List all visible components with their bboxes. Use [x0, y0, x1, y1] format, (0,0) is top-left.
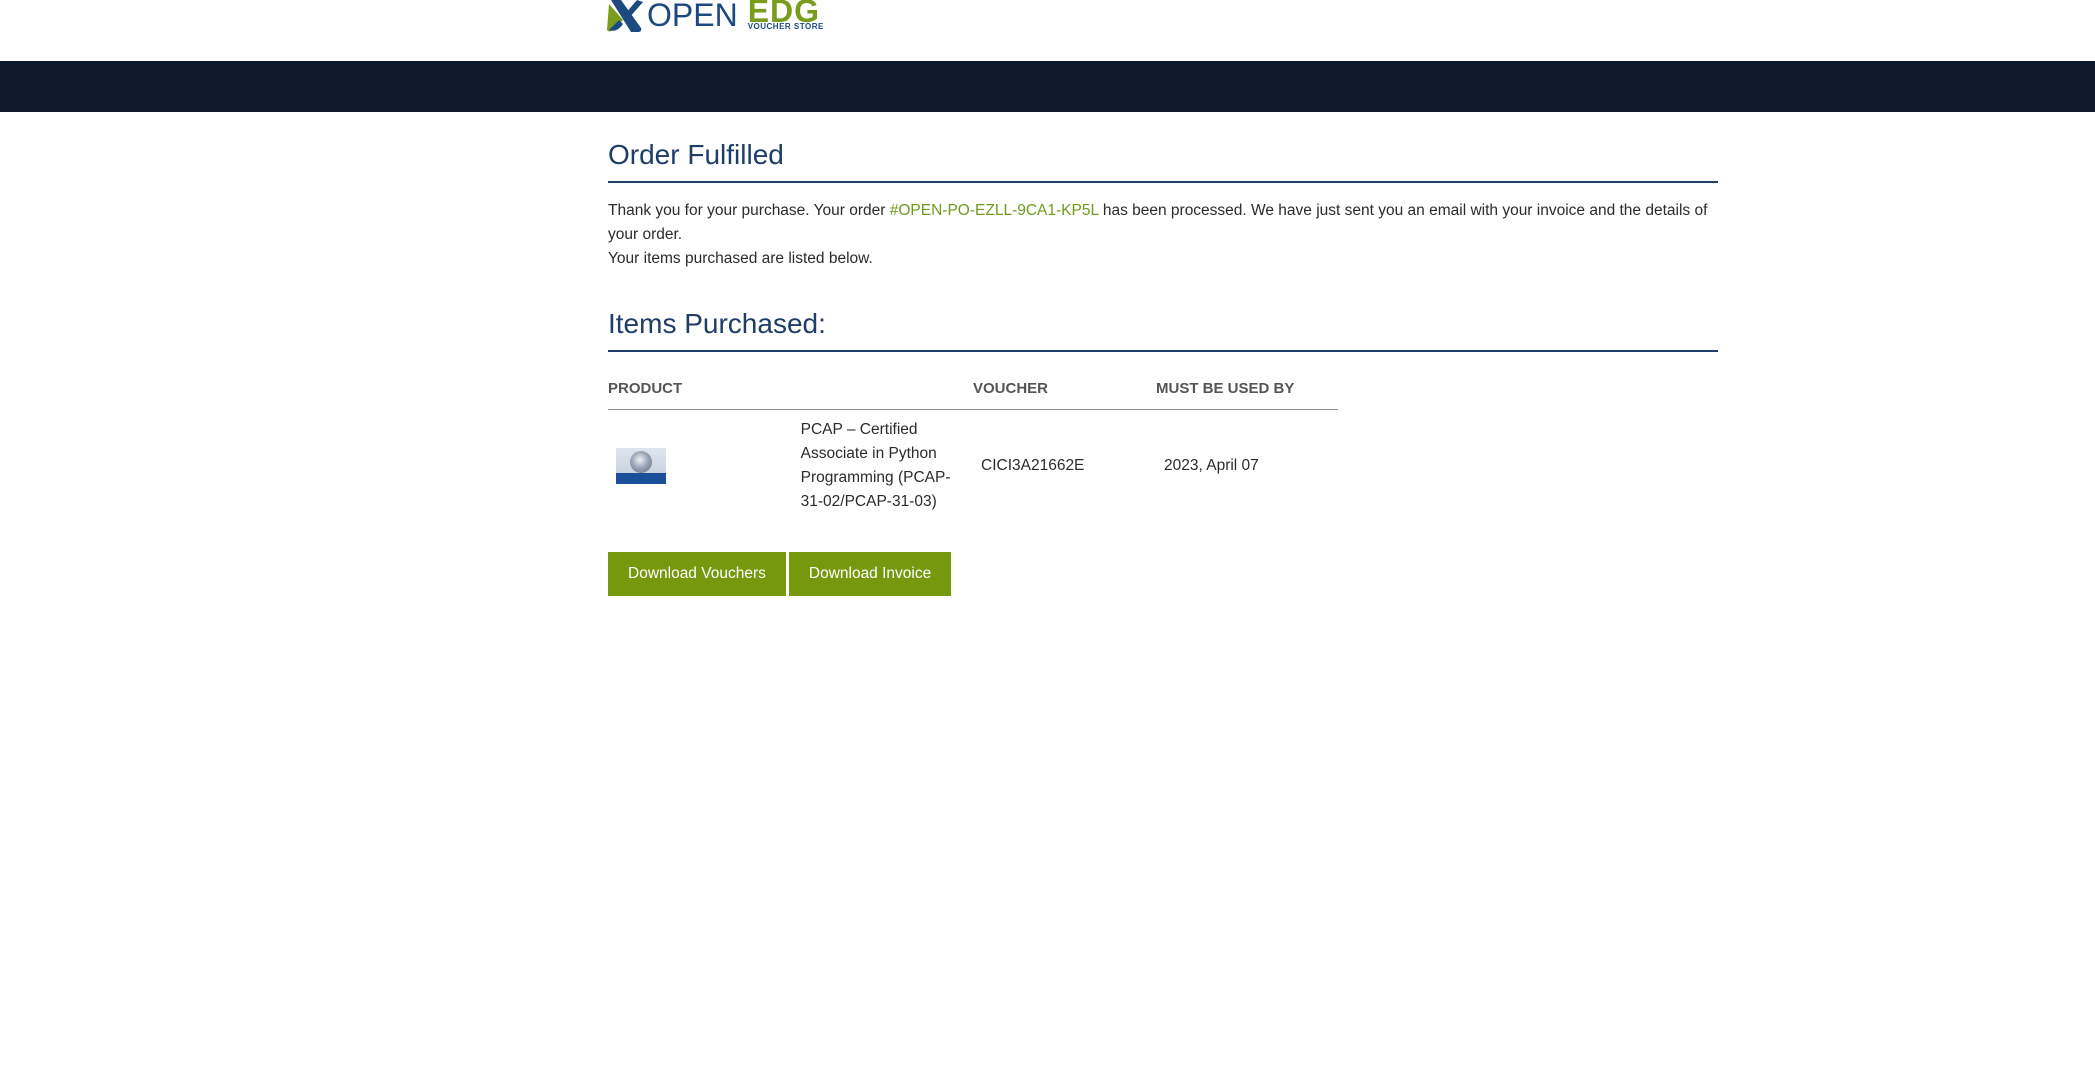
openedg-logo[interactable]: OPEN EDG VOUCHER STORE: [607, 0, 823, 33]
download-buttons: Download Vouchers Download Invoice: [608, 551, 1718, 596]
table-row: PCAP – Certified Associate in Python Pro…: [608, 409, 1338, 524]
logo-open-text: OPEN: [647, 0, 738, 33]
download-vouchers-button[interactable]: Download Vouchers: [608, 551, 786, 596]
page-title: Order Fulfilled: [608, 112, 1718, 183]
must-be-used-by-date: 2023, April 07: [1164, 456, 1259, 474]
logo-subtitle: VOUCHER STORE: [747, 22, 824, 31]
items-purchased-title: Items Purchased:: [608, 308, 1718, 352]
order-number-link[interactable]: #OPEN-PO-EZLL-9CA1-KP5L: [890, 202, 1099, 219]
intro-line-2: Your items purchased are listed below.: [608, 249, 873, 267]
order-confirmation-text: Thank you for your purchase. Your order …: [608, 199, 1718, 271]
intro-prefix: Thank you for your purchase. Your order: [608, 201, 890, 219]
column-header-must-be-used-by: MUST BE USED BY: [1156, 371, 1338, 410]
download-invoice-button[interactable]: Download Invoice: [788, 551, 952, 596]
product-name: PCAP – Certified Associate in Python Pro…: [800, 420, 951, 510]
column-header-voucher: VOUCHER: [973, 371, 1156, 410]
items-table: PRODUCT VOUCHER MUST BE USED BY PCAP – C…: [608, 371, 1338, 524]
navigation-bar: [0, 61, 2095, 112]
site-header: OPEN EDG VOUCHER STORE: [0, 0, 2095, 61]
voucher-code: CICI3A21662E: [981, 456, 1085, 474]
column-header-product: PRODUCT: [608, 371, 973, 410]
main-content: Order Fulfilled Thank you for your purch…: [608, 112, 1718, 596]
pcap-badge-image: [616, 447, 666, 484]
x-logo-icon: [607, 0, 645, 33]
table-header-row: PRODUCT VOUCHER MUST BE USED BY: [608, 371, 1338, 410]
